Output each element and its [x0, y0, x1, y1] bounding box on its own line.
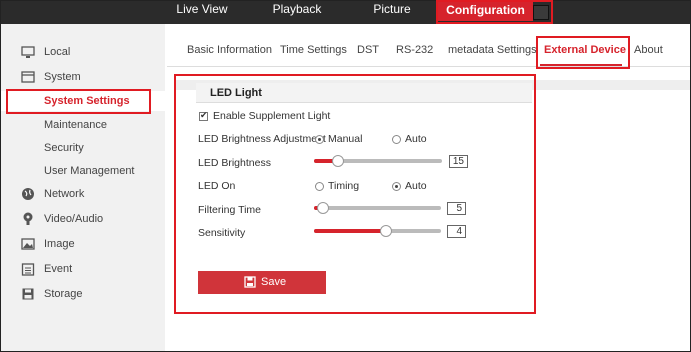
- nav-picture[interactable]: Picture: [352, 0, 432, 23]
- highlight-box-led-panel: [174, 74, 536, 314]
- tab-basic-information[interactable]: Basic Information: [187, 44, 272, 56]
- sidebar-item-event[interactable]: Event: [1, 259, 165, 279]
- sidebar-item-system[interactable]: System: [1, 67, 165, 87]
- image-icon: [21, 238, 35, 250]
- highlight-box-configuration: [436, 0, 553, 24]
- sidebar-item-maintenance[interactable]: Maintenance: [1, 115, 165, 135]
- sidebar-item-label: Network: [44, 188, 85, 200]
- sidebar-item-label: Security: [44, 142, 84, 154]
- sidebar-item-label: System: [44, 71, 81, 83]
- sidebar-item-label: Image: [44, 238, 75, 250]
- tab-about[interactable]: About: [634, 44, 663, 56]
- sidebar-item-network[interactable]: Network: [1, 184, 165, 204]
- sidebar: Local System System Settings Maintenance…: [1, 24, 165, 351]
- tab-time-settings[interactable]: Time Settings: [280, 44, 347, 56]
- sidebar-item-storage[interactable]: Storage: [1, 284, 165, 304]
- sidebar-item-video-audio[interactable]: Video/Audio: [1, 209, 165, 229]
- tab-rs232[interactable]: RS-232: [396, 44, 433, 56]
- sidebar-item-image[interactable]: Image: [1, 234, 165, 254]
- nav-live-view[interactable]: Live View: [160, 0, 244, 23]
- sidebar-item-security[interactable]: Security: [1, 138, 165, 158]
- highlight-box-system-settings: [6, 89, 151, 114]
- mic-icon: [23, 212, 33, 225]
- top-navigation-bar: [1, 1, 690, 24]
- highlight-box-external-device: [536, 36, 630, 69]
- sidebar-item-label: Maintenance: [44, 119, 107, 131]
- sidebar-item-label: Video/Audio: [44, 213, 104, 225]
- globe-icon: [22, 188, 34, 200]
- disk-icon: [22, 288, 34, 300]
- window-icon: [21, 71, 35, 83]
- monitor-icon: [21, 46, 35, 58]
- sidebar-item-user-management[interactable]: User Management: [1, 161, 165, 181]
- sidebar-item-label: Event: [44, 263, 73, 275]
- nav-playback[interactable]: Playback: [256, 0, 338, 23]
- tab-metadata-settings[interactable]: metadata Settings: [448, 44, 537, 56]
- sidebar-item-label: Local: [44, 46, 71, 58]
- calendar-icon: [21, 263, 35, 276]
- tab-dst[interactable]: DST: [357, 44, 379, 56]
- sidebar-item-local[interactable]: Local: [1, 42, 165, 62]
- sidebar-item-label: Storage: [44, 288, 83, 300]
- sidebar-item-label: User Management: [44, 165, 135, 177]
